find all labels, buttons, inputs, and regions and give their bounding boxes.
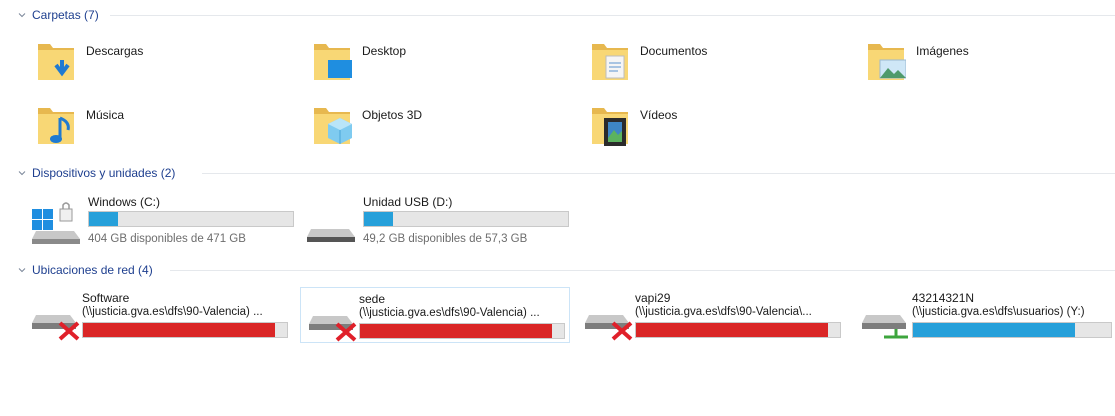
videos-folder-icon — [590, 102, 630, 146]
folder-label: Objetos 3D — [362, 108, 423, 122]
network-capacity-fill — [913, 323, 1076, 337]
folder-label: Imágenes — [916, 44, 969, 58]
folder-label: Documentos — [640, 44, 708, 58]
network-capacity-fill — [360, 324, 552, 338]
windows-drive-icon — [30, 201, 80, 245]
network-capacity-bar — [82, 322, 288, 338]
drive-free-space: 49,2 GB disponibles de 57,3 GB — [363, 233, 528, 245]
network-path: (\\justicia.gva.es\dfs\90-Valencia) ... — [82, 306, 263, 318]
network-drive-icon — [860, 301, 912, 341]
folder-tile-objetos-3d[interactable]: Objetos 3D — [312, 102, 422, 146]
chevron-down-icon — [18, 171, 26, 176]
folder-tile-imagenes[interactable]: Imágenes — [866, 38, 969, 82]
usb-drive-icon — [305, 201, 355, 245]
chevron-down-icon — [18, 268, 26, 273]
chevron-down-icon — [18, 13, 26, 18]
group-title: Ubicaciones de red (4) — [32, 263, 153, 277]
folder-label: Descargas — [86, 44, 144, 58]
folder-label: Desktop — [362, 44, 407, 58]
folder-label: Vídeos — [640, 108, 678, 122]
drive-tile-windows-c[interactable]: Windows (C:) 404 GB disponibles de 471 G… — [30, 195, 300, 251]
group-header-folders[interactable]: Carpetas (7) — [18, 7, 99, 23]
disconnected-network-drive-icon — [583, 301, 635, 341]
network-location-vapi29[interactable]: vapi29 (\\justicia.gva.es\dfs\90-Valenci… — [577, 287, 847, 343]
network-capacity-fill — [636, 323, 828, 337]
network-path: (\\justicia.gva.es\dfs\usuarios) (Y:) — [912, 306, 1085, 318]
network-name: vapi29 — [635, 291, 671, 305]
pictures-folder-icon — [866, 38, 906, 82]
drive-capacity-fill — [364, 212, 393, 226]
drive-capacity-bar — [363, 211, 569, 227]
drive-tile-usb-d[interactable]: Unidad USB (D:) 49,2 GB disponibles de 5… — [305, 195, 575, 251]
network-path: (\\justicia.gva.es\dfs\90-Valencia) ... — [359, 307, 540, 319]
network-location-43214321n[interactable]: 43214321N (\\justicia.gva.es\dfs\usuario… — [854, 287, 1115, 343]
network-capacity-bar — [359, 323, 565, 339]
group-title: Dispositivos y unidades (2) — [32, 166, 176, 180]
desktop-folder-icon — [312, 38, 352, 82]
folder-tile-videos[interactable]: Vídeos — [590, 102, 677, 146]
drive-capacity-bar — [88, 211, 294, 227]
folder-tile-musica[interactable]: Música — [36, 102, 124, 146]
folder-label: Música — [86, 108, 125, 122]
downloads-folder-icon — [36, 38, 76, 82]
group-divider — [110, 15, 1115, 16]
network-path: (\\justicia.gva.es\dfs\90-Valencia\... — [635, 306, 812, 318]
drive-capacity-fill — [89, 212, 118, 226]
network-name: Software — [82, 291, 130, 305]
network-location-software[interactable]: Software (\\justicia.gva.es\dfs\90-Valen… — [24, 287, 294, 343]
group-header-network[interactable]: Ubicaciones de red (4) — [18, 262, 153, 278]
group-divider — [202, 173, 1115, 174]
documents-folder-icon — [590, 38, 630, 82]
folder-tile-documentos[interactable]: Documentos — [590, 38, 707, 82]
folder-tile-descargas[interactable]: Descargas — [36, 38, 143, 82]
group-header-devices[interactable]: Dispositivos y unidades (2) — [18, 165, 175, 181]
folder-tile-desktop[interactable]: Desktop — [312, 38, 406, 82]
network-capacity-bar — [635, 322, 841, 338]
group-divider — [170, 270, 1115, 271]
drive-name: Windows (C:) — [88, 195, 161, 209]
group-title: Carpetas (7) — [32, 8, 99, 22]
3d-objects-folder-icon — [312, 102, 352, 146]
network-name: 43214321N — [912, 291, 975, 305]
network-capacity-bar — [912, 322, 1112, 338]
disconnected-network-drive-icon — [307, 302, 359, 342]
disconnected-network-drive-icon — [30, 301, 82, 341]
drive-name: Unidad USB (D:) — [363, 195, 453, 209]
drive-free-space: 404 GB disponibles de 471 GB — [88, 233, 246, 245]
network-location-sede[interactable]: sede (\\justicia.gva.es\dfs\90-Valencia)… — [300, 287, 570, 343]
music-folder-icon — [36, 102, 76, 146]
network-capacity-fill — [83, 323, 275, 337]
network-name: sede — [359, 292, 386, 306]
